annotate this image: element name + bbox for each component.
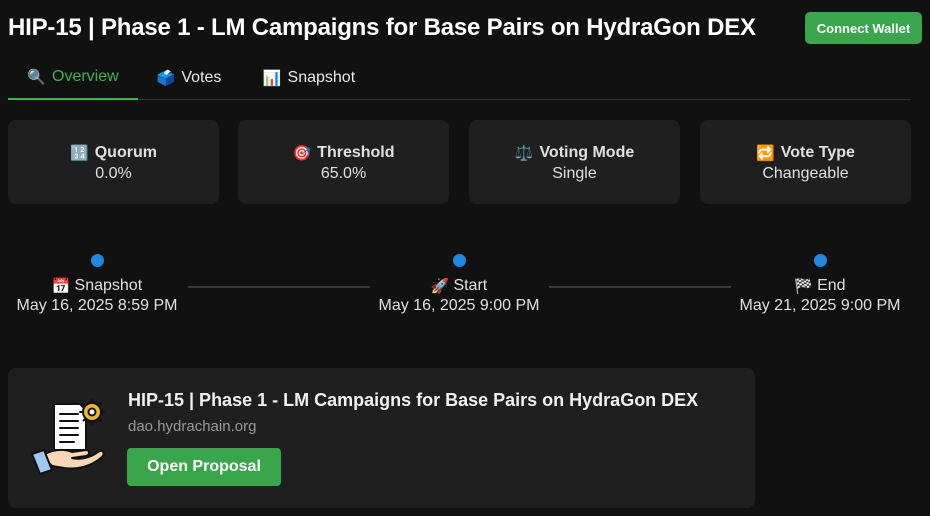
proposal-card: HIP-15 | Phase 1 - LM Campaigns for Base…: [8, 368, 755, 508]
header: HIP-15 | Phase 1 - LM Campaigns for Base…: [8, 12, 922, 44]
open-proposal-button[interactable]: Open Proposal: [127, 448, 281, 486]
numbers-icon: 🔢: [70, 145, 89, 162]
connect-wallet-button[interactable]: Connect Wallet: [805, 12, 922, 44]
card-value: 65.0%: [320, 165, 367, 182]
timeline-date: May 16, 2025 8:59 PM: [16, 297, 178, 314]
timeline-start: 🚀 Start May 16, 2025 9:00 PM: [364, 254, 554, 315]
timeline-label: Start: [453, 277, 488, 294]
timeline-dot: [90, 254, 104, 267]
tab-label: Votes: [181, 69, 222, 86]
scales-icon: ⚖️: [514, 145, 534, 162]
vote-type-card: 🔁 Vote Type Changeable: [700, 120, 911, 204]
timeline-snapshot: 📅 Snapshot May 16, 2025 8:59 PM: [2, 254, 192, 315]
page-title: HIP-15 | Phase 1 - LM Campaigns for Base…: [8, 14, 756, 41]
tab-votes[interactable]: 🗳️ Votes: [148, 56, 230, 100]
card-title: Vote Type: [780, 144, 855, 161]
timeline-connector: [188, 286, 370, 288]
timeline-label: Snapshot: [74, 277, 143, 294]
timeline-end: 🏁 End May 21, 2025 9:00 PM: [725, 254, 915, 315]
repeat-icon: 🔁: [756, 145, 775, 162]
timeline-label: End: [817, 277, 846, 294]
ballot-box-icon: 🗳️: [156, 70, 176, 87]
timeline-date: May 16, 2025 9:00 PM: [378, 297, 540, 314]
tab-snapshot[interactable]: 📊 Snapshot: [254, 56, 364, 100]
timeline-dot: [452, 254, 466, 267]
checkered-flag-icon: 🏁: [794, 278, 814, 295]
proposal-timeline: 📅 Snapshot May 16, 2025 8:59 PM 🚀 Start …: [0, 250, 930, 330]
timeline-dot: [813, 254, 827, 267]
card-value: 0.0%: [95, 165, 132, 182]
timeline-date: May 21, 2025 9:00 PM: [739, 297, 901, 314]
tab-bar: 🔍 Overview 🗳️ Votes 📊 Snapshot: [8, 56, 911, 100]
proposal-title: HIP-15 | Phase 1 - LM Campaigns for Base…: [128, 390, 699, 410]
calendar-icon: 📅: [51, 278, 71, 295]
timeline-connector: [549, 286, 731, 288]
card-value: Single: [552, 165, 597, 182]
card-title: Quorum: [94, 144, 157, 161]
proposal-domain: dao.hydrachain.org: [128, 418, 257, 435]
card-title: Threshold: [317, 144, 395, 161]
tab-label: Overview: [52, 68, 119, 85]
card-title: Voting Mode: [539, 144, 635, 161]
tab-label: Snapshot: [287, 69, 356, 86]
quorum-card: 🔢 Quorum 0.0%: [8, 120, 219, 204]
card-value: Changeable: [762, 165, 849, 182]
proposal-document-hand-icon: [31, 399, 105, 475]
rocket-icon: 🚀: [430, 278, 450, 295]
bar-chart-icon: 📊: [262, 70, 282, 87]
magnifier-icon: 🔍: [27, 69, 46, 86]
voting-mode-card: ⚖️ Voting Mode Single: [469, 120, 680, 204]
threshold-card: 🎯 Threshold 65.0%: [238, 120, 449, 204]
tab-overview[interactable]: 🔍 Overview: [8, 56, 138, 100]
target-icon: 🎯: [292, 145, 312, 162]
